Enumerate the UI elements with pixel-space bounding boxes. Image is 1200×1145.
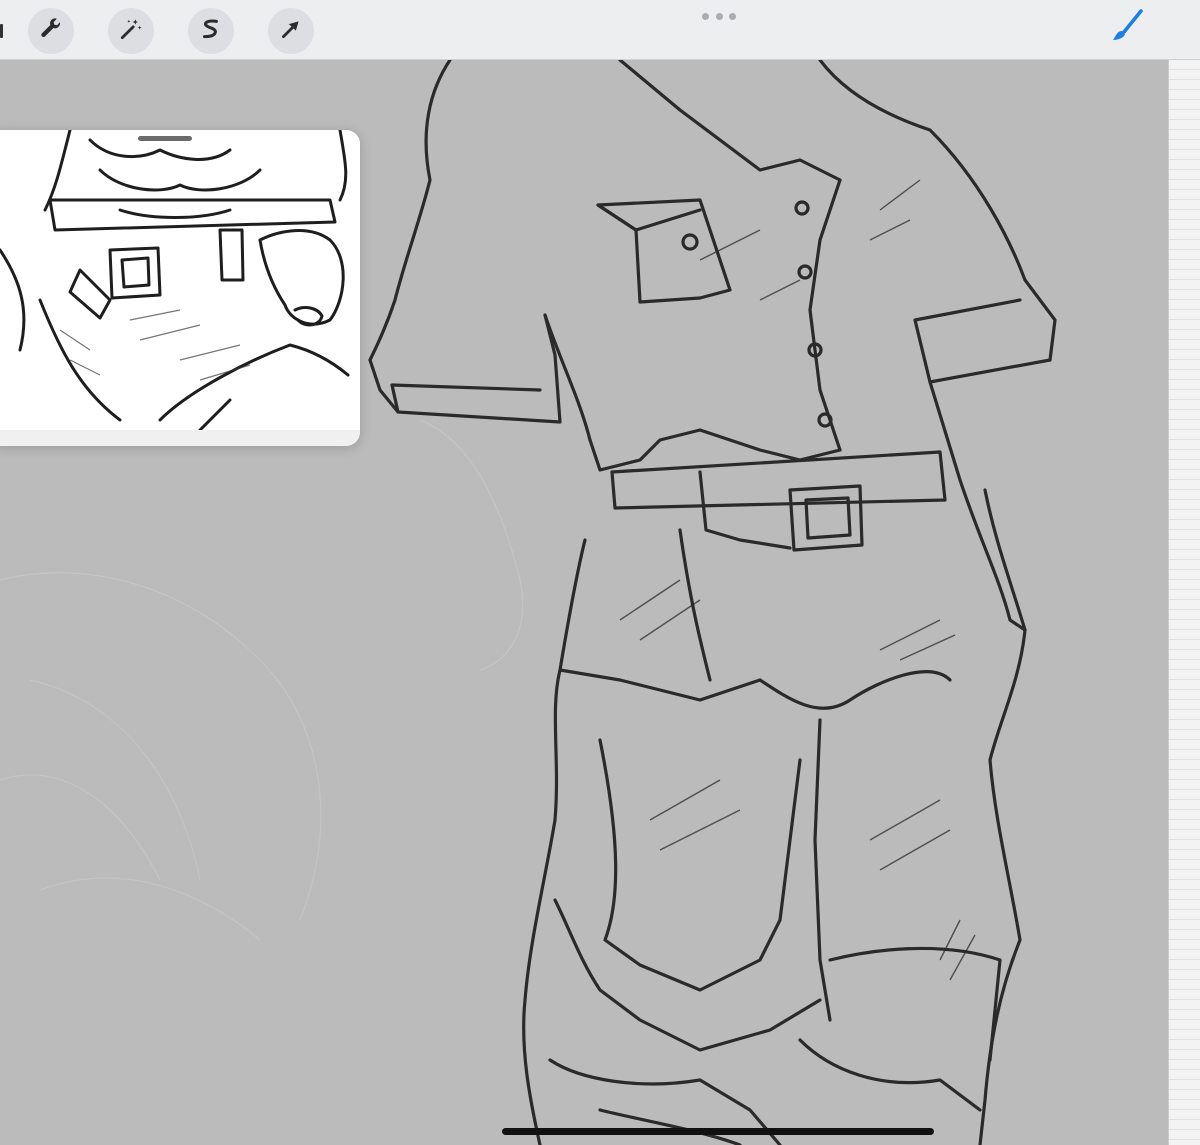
arrow-cursor-icon: [278, 16, 304, 46]
canvas-edge-strip: [1168, 60, 1200, 1145]
procreate-app: [0, 0, 1200, 1145]
reference-window[interactable]: [0, 130, 360, 446]
selection-button[interactable]: [188, 8, 234, 54]
toolbar-grabber[interactable]: [702, 13, 736, 21]
brush-icon: [1107, 7, 1147, 51]
top-toolbar: [0, 0, 1200, 60]
brush-button[interactable]: [1104, 6, 1150, 52]
magic-wand-icon: [118, 16, 144, 46]
home-indicator[interactable]: [502, 1128, 934, 1135]
reference-drag-handle[interactable]: [138, 136, 192, 141]
adjustments-button[interactable]: [108, 8, 154, 54]
actions-button[interactable]: [28, 8, 74, 54]
reference-image: [0, 130, 360, 432]
gallery-edge[interactable]: [0, 24, 3, 38]
reference-window-footer: [0, 430, 360, 446]
selection-s-icon: [198, 16, 224, 46]
reference-line-art: [0, 130, 350, 432]
wrench-icon: [38, 16, 64, 46]
transform-button[interactable]: [268, 8, 314, 54]
